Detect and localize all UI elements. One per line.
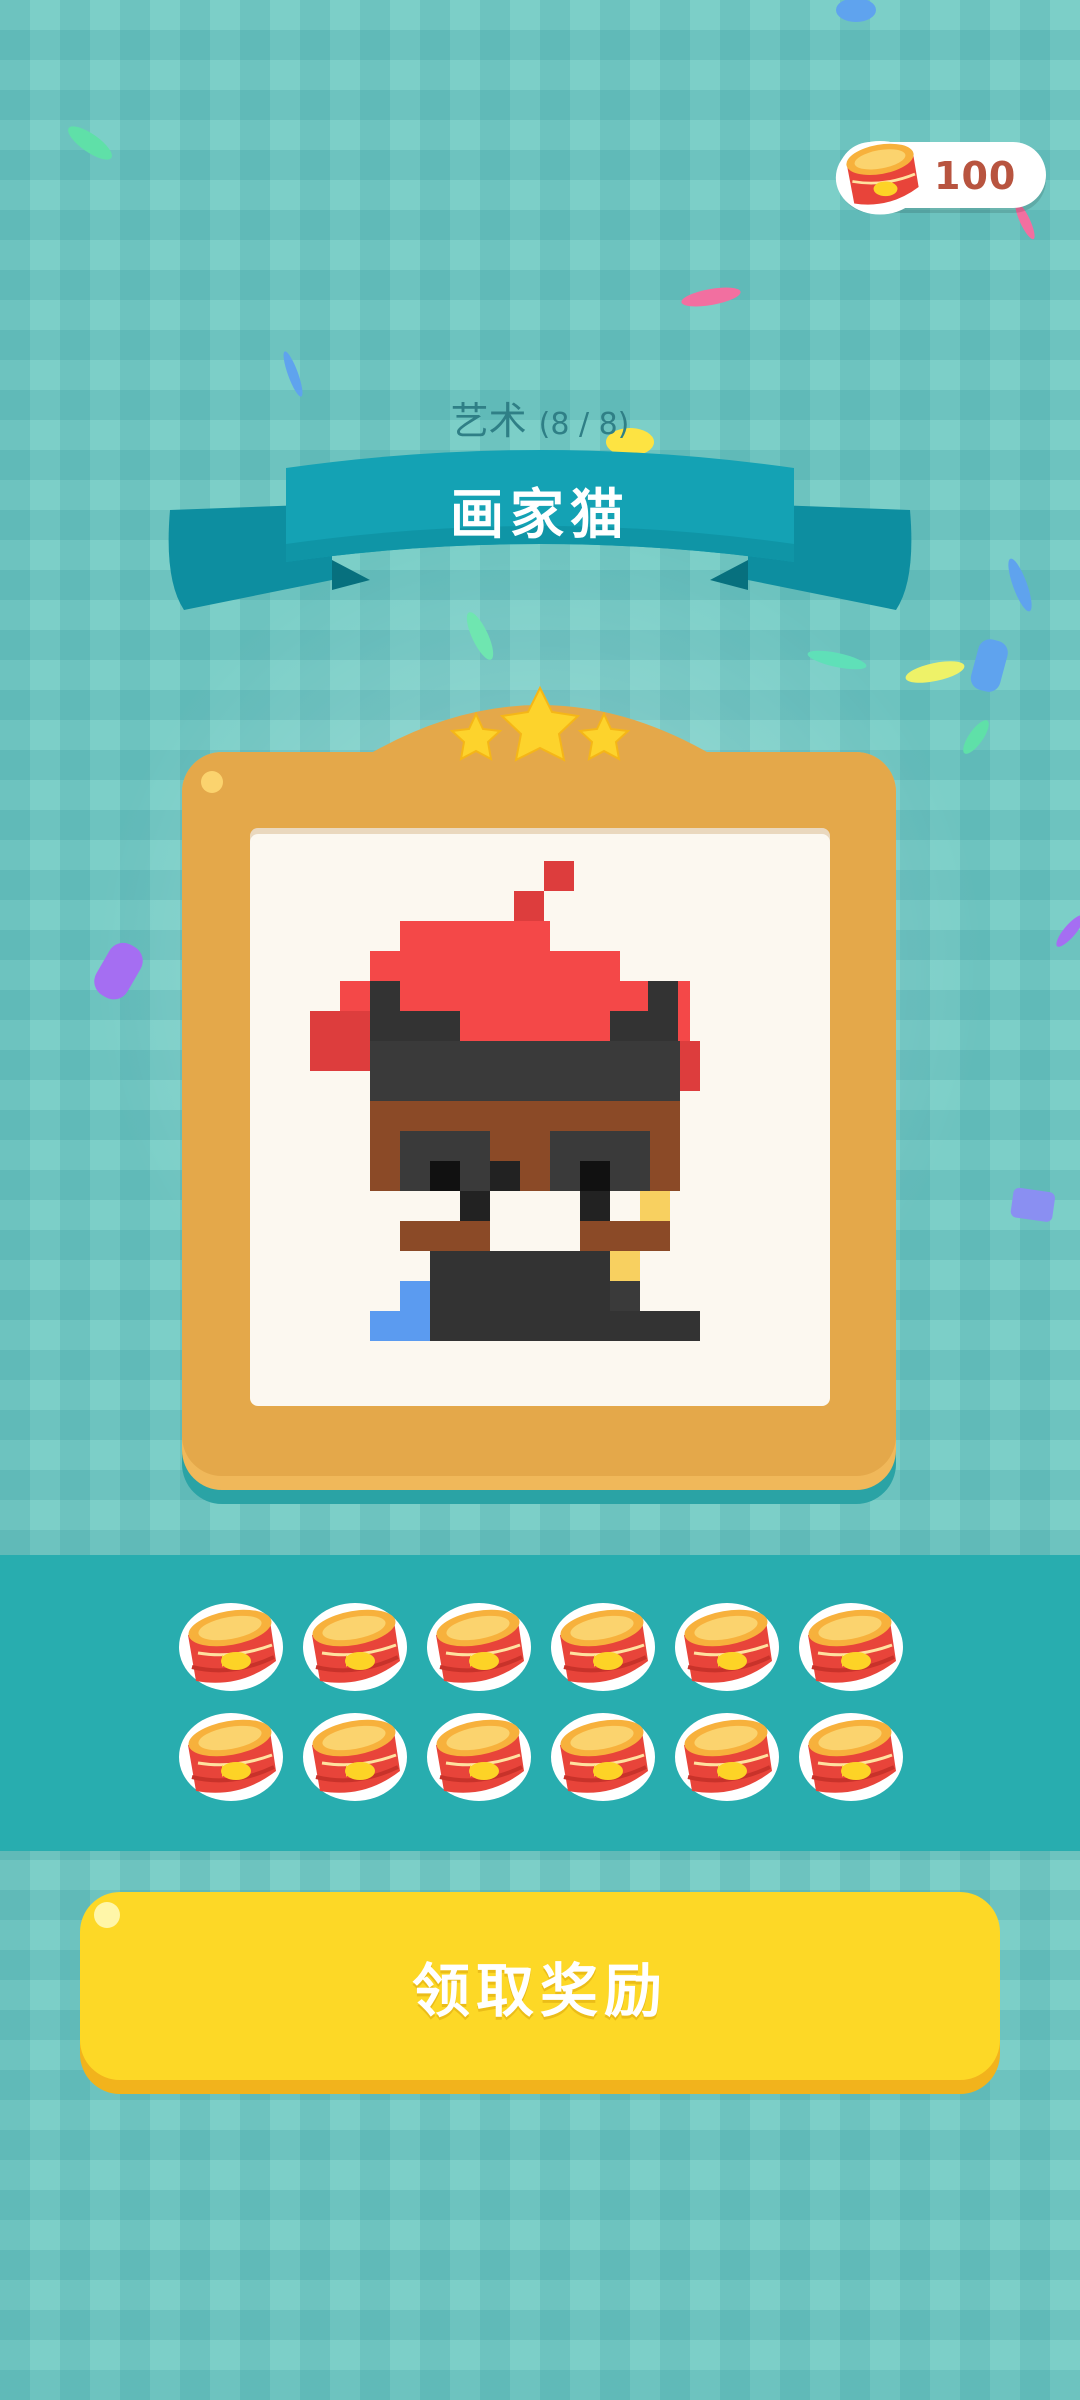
rewards-panel: [0, 1555, 1080, 1851]
confetti-piece: [68, 126, 112, 160]
confetti-piece: [963, 720, 989, 754]
star-icon: [577, 711, 631, 761]
currency-amount: 100: [934, 154, 1017, 198]
confetti-piece: [94, 942, 143, 1000]
cat-food-can-icon: [179, 1603, 283, 1691]
confetti-piece: [681, 287, 741, 307]
confetti-piece: [1056, 915, 1080, 947]
cat-food-can-icon: [551, 1713, 655, 1801]
cat-food-can-icon: [303, 1603, 407, 1691]
artwork-canvas: [250, 828, 830, 1406]
cat-food-can-icon: [675, 1713, 779, 1801]
artwork-title: 画家猫: [450, 483, 630, 546]
artwork-frame: [180, 660, 900, 1510]
rating-stars: [434, 684, 646, 774]
cat-food-can-icon: [675, 1603, 779, 1691]
category-heading: 艺术 (8 / 8): [0, 390, 1080, 445]
claim-reward-button[interactable]: 领取奖励: [80, 1892, 1000, 2080]
cat-food-can-icon: [551, 1603, 655, 1691]
reward-items: [176, 1597, 906, 1803]
cat-food-can-icon: [303, 1713, 407, 1801]
currency-counter[interactable]: 100: [835, 140, 1046, 215]
confetti-piece: [905, 661, 965, 683]
cat-food-can-icon: [179, 1713, 283, 1801]
confetti-piece: [1008, 558, 1032, 612]
category-progress: (8 / 8): [538, 407, 630, 442]
button-highlight: [94, 1902, 120, 1928]
category-name: 艺术: [450, 399, 527, 443]
cat-painter-pixel-art: [310, 861, 700, 1341]
confetti-piece: [1010, 1187, 1055, 1222]
cat-food-can-icon: [427, 1603, 531, 1691]
confetti-piece: [836, 0, 876, 22]
claim-reward-label: 领取奖励: [411, 1957, 668, 2025]
cat-food-can-icon: [834, 132, 926, 222]
star-icon: [499, 685, 581, 762]
cat-food-can-icon: [427, 1713, 531, 1801]
cat-food-can-icon: [799, 1713, 903, 1801]
confetti-piece: [970, 639, 1008, 692]
cat-food-can-icon: [799, 1603, 903, 1691]
star-icon: [449, 711, 503, 761]
